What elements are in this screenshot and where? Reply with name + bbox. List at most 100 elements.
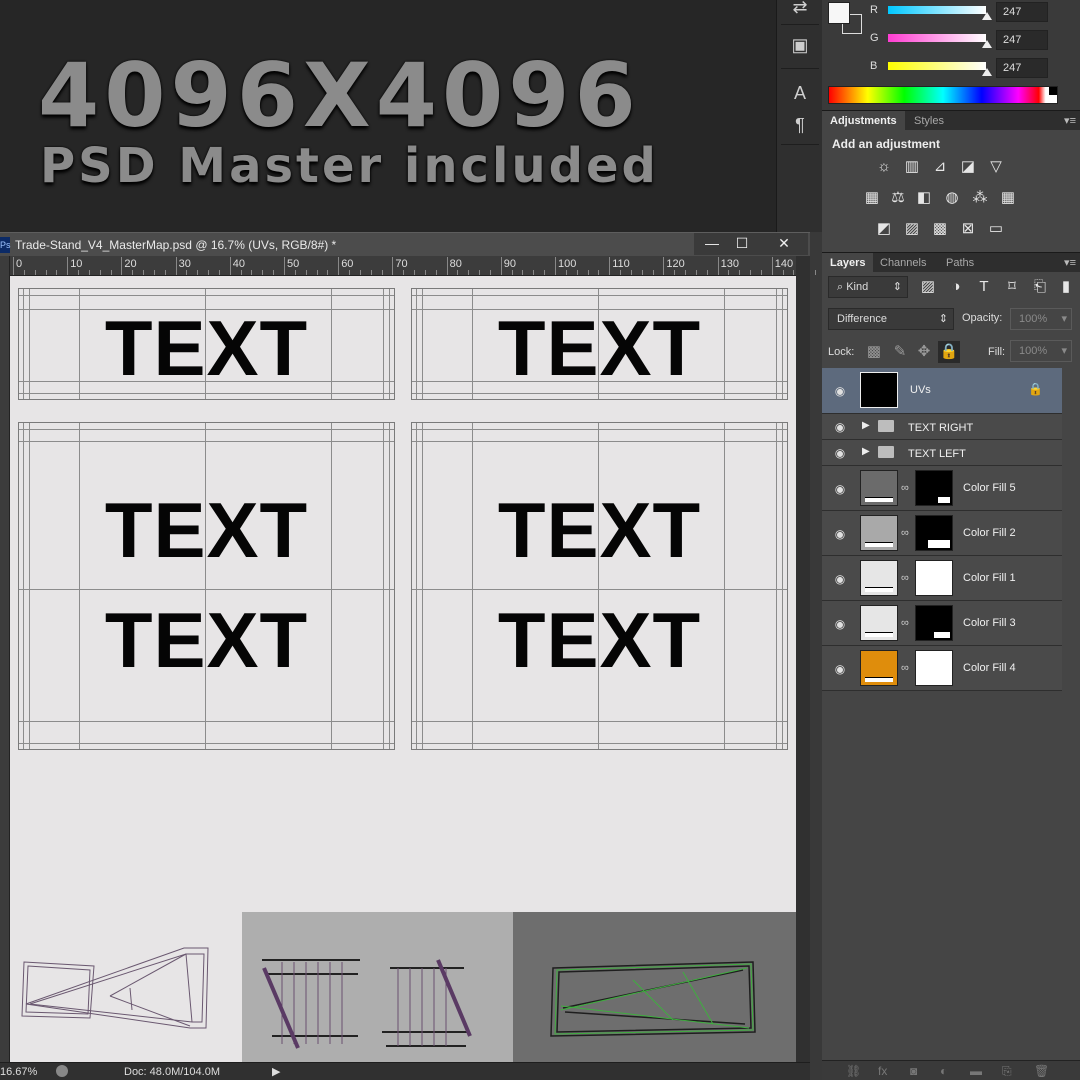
layer-row[interactable]: ◉ UVs 🔒 (822, 368, 1062, 414)
layer-group-row[interactable]: ◉ ▶ TEXT LEFT (822, 440, 1062, 466)
document-size[interactable]: Doc: 48.0M/104.0M (124, 1066, 220, 1078)
layer-name[interactable]: Color Fill 4 (963, 662, 1016, 674)
curves-icon[interactable]: ⊿ (930, 158, 950, 176)
status-info-icon[interactable] (56, 1065, 68, 1077)
vertical-scrollbar[interactable] (796, 256, 810, 1062)
visibility-eye-icon[interactable]: ◉ (832, 421, 848, 433)
panel-menu-icon[interactable]: ▾≡ (1064, 256, 1076, 269)
fill-thumbnail[interactable] (860, 605, 898, 641)
posterize-icon[interactable]: ▨ (902, 220, 922, 238)
history-icon[interactable]: ⇄ (787, 0, 813, 20)
visibility-eye-icon[interactable]: ◉ (832, 385, 848, 397)
channel-value-input[interactable]: 247 (996, 30, 1048, 50)
new-layer-icon[interactable]: ⎘ (1002, 1064, 1012, 1079)
horizontal-ruler[interactable]: 0 10 20 30 40 50 60 70 80 90 100 110 120 130 140 (10, 256, 817, 276)
layer-name[interactable]: TEXT LEFT (908, 448, 966, 460)
channel-mixer-icon[interactable]: ⁂ (970, 189, 990, 207)
layer-mask-thumbnail[interactable] (915, 605, 953, 641)
shape-filter-icon[interactable]: ⌑ (1002, 278, 1022, 296)
selective-color-icon[interactable]: ⊠ (958, 220, 978, 238)
layer-name[interactable]: Color Fill 1 (963, 572, 1016, 584)
visibility-eye-icon[interactable]: ◉ (832, 573, 848, 585)
exposure-icon[interactable]: ◪ (958, 158, 978, 176)
layer-group-row[interactable]: ◉ ▶ TEXT RIGHT (822, 414, 1062, 440)
expand-arrow-icon[interactable]: ▶ (862, 420, 870, 431)
3d-cube-icon[interactable]: ▣ (787, 32, 813, 58)
link-icon[interactable]: ∞ (901, 617, 909, 629)
character-icon[interactable]: A (787, 80, 813, 106)
layer-name[interactable]: Color Fill 3 (963, 617, 1016, 629)
visibility-eye-icon[interactable]: ◉ (832, 447, 848, 459)
photo-filter-icon[interactable]: ◍ (942, 189, 962, 207)
levels-icon[interactable]: ▥ (902, 158, 922, 176)
fill-thumbnail[interactable] (860, 560, 898, 596)
fill-input[interactable]: 100% ▾ (1010, 340, 1072, 362)
smart-object-filter-icon[interactable]: ⎗ (1030, 278, 1050, 296)
layer-name[interactable]: TEXT RIGHT (908, 422, 973, 434)
visibility-eye-icon[interactable]: ◉ (832, 618, 848, 630)
new-group-icon[interactable]: ▬ (970, 1064, 982, 1078)
link-icon[interactable]: ∞ (901, 482, 909, 494)
color-spectrum-bar[interactable] (828, 86, 1058, 104)
maximize-button[interactable]: ☐ (724, 233, 760, 255)
link-icon[interactable]: ∞ (901, 527, 909, 539)
link-layers-icon[interactable]: ⛓ (846, 1064, 861, 1078)
add-mask-icon[interactable]: ◙ (910, 1064, 917, 1078)
fill-thumbnail[interactable] (860, 650, 898, 686)
color-lookup-icon[interactable]: ▦ (998, 189, 1018, 207)
vibrance-icon[interactable]: ▽ (986, 158, 1006, 176)
vertical-ruler[interactable] (0, 256, 10, 1062)
hue-saturation-icon[interactable]: ▦ (862, 189, 882, 207)
layer-row[interactable]: ◉ ∞ Color Fill 1 (822, 556, 1062, 601)
layer-name[interactable]: Color Fill 2 (963, 527, 1016, 539)
layer-name[interactable]: UVs (910, 384, 931, 396)
channel-slider[interactable] (888, 6, 986, 14)
foreground-color-swatch[interactable] (828, 2, 850, 24)
brightness-contrast-icon[interactable]: ☼ (874, 158, 894, 176)
tab-layers[interactable]: Layers (822, 253, 874, 273)
layer-filter-select[interactable]: ⌕ Kind ⇕ (828, 276, 908, 298)
panel-menu-icon[interactable]: ▾≡ (1064, 114, 1076, 127)
visibility-eye-icon[interactable]: ◉ (832, 483, 848, 495)
gradient-map-icon[interactable]: ▭ (986, 220, 1006, 238)
tab-channels[interactable]: Channels (872, 253, 934, 273)
new-adjustment-icon[interactable]: ◐ (940, 1064, 947, 1078)
zoom-level[interactable]: 16.67% (0, 1066, 37, 1078)
black-white-icon[interactable]: ◧ (914, 189, 934, 207)
color-balance-icon[interactable]: ⚖ (888, 189, 908, 207)
status-menu-arrow-icon[interactable]: ▶ (272, 1065, 280, 1078)
link-icon[interactable]: ∞ (901, 662, 909, 674)
invert-icon[interactable]: ◩ (874, 220, 894, 238)
pixel-filter-icon[interactable]: ▨ (918, 278, 938, 296)
fill-thumbnail[interactable] (860, 470, 898, 506)
trash-icon[interactable]: 🗑 (1034, 1064, 1049, 1078)
layer-row[interactable]: ◉ ∞ Color Fill 5 (822, 466, 1062, 511)
slider-thumb-icon[interactable] (982, 40, 992, 48)
link-icon[interactable]: ∞ (901, 572, 909, 584)
channel-slider[interactable] (888, 62, 986, 70)
type-filter-icon[interactable]: T (974, 278, 994, 296)
layer-mask-thumbnail[interactable] (915, 515, 953, 551)
adjustment-filter-icon[interactable]: ◑ (946, 278, 966, 296)
close-button[interactable]: ✕ (760, 233, 808, 255)
layer-name[interactable]: Color Fill 5 (963, 482, 1016, 494)
layer-mask-thumbnail[interactable] (915, 650, 953, 686)
lock-transparency-icon[interactable]: ▩ (864, 343, 884, 361)
expand-arrow-icon[interactable]: ▶ (862, 446, 870, 457)
lock-position-icon[interactable]: ✥ (914, 343, 934, 361)
document-tab[interactable]: Ps Trade-Stand_V4_MasterMap.psd @ 16.7% … (0, 232, 810, 256)
layer-style-icon[interactable]: fx (878, 1064, 887, 1078)
layer-mask-thumbnail[interactable] (915, 560, 953, 596)
layer-thumbnail[interactable] (860, 372, 898, 408)
fill-thumbnail[interactable] (860, 515, 898, 551)
blend-mode-select[interactable]: Difference ⇕ (828, 308, 954, 330)
tab-paths[interactable]: Paths (938, 253, 982, 273)
tab-adjustments[interactable]: Adjustments (822, 111, 905, 131)
tab-styles[interactable]: Styles (906, 111, 952, 131)
layer-row[interactable]: ◉ ∞ Color Fill 2 (822, 511, 1062, 556)
opacity-input[interactable]: 100% ▾ (1010, 308, 1072, 330)
layer-mask-thumbnail[interactable] (915, 470, 953, 506)
slider-thumb-icon[interactable] (982, 12, 992, 20)
filter-toggle-icon[interactable]: ▮ (1056, 278, 1076, 296)
channel-value-input[interactable]: 247 (996, 58, 1048, 78)
